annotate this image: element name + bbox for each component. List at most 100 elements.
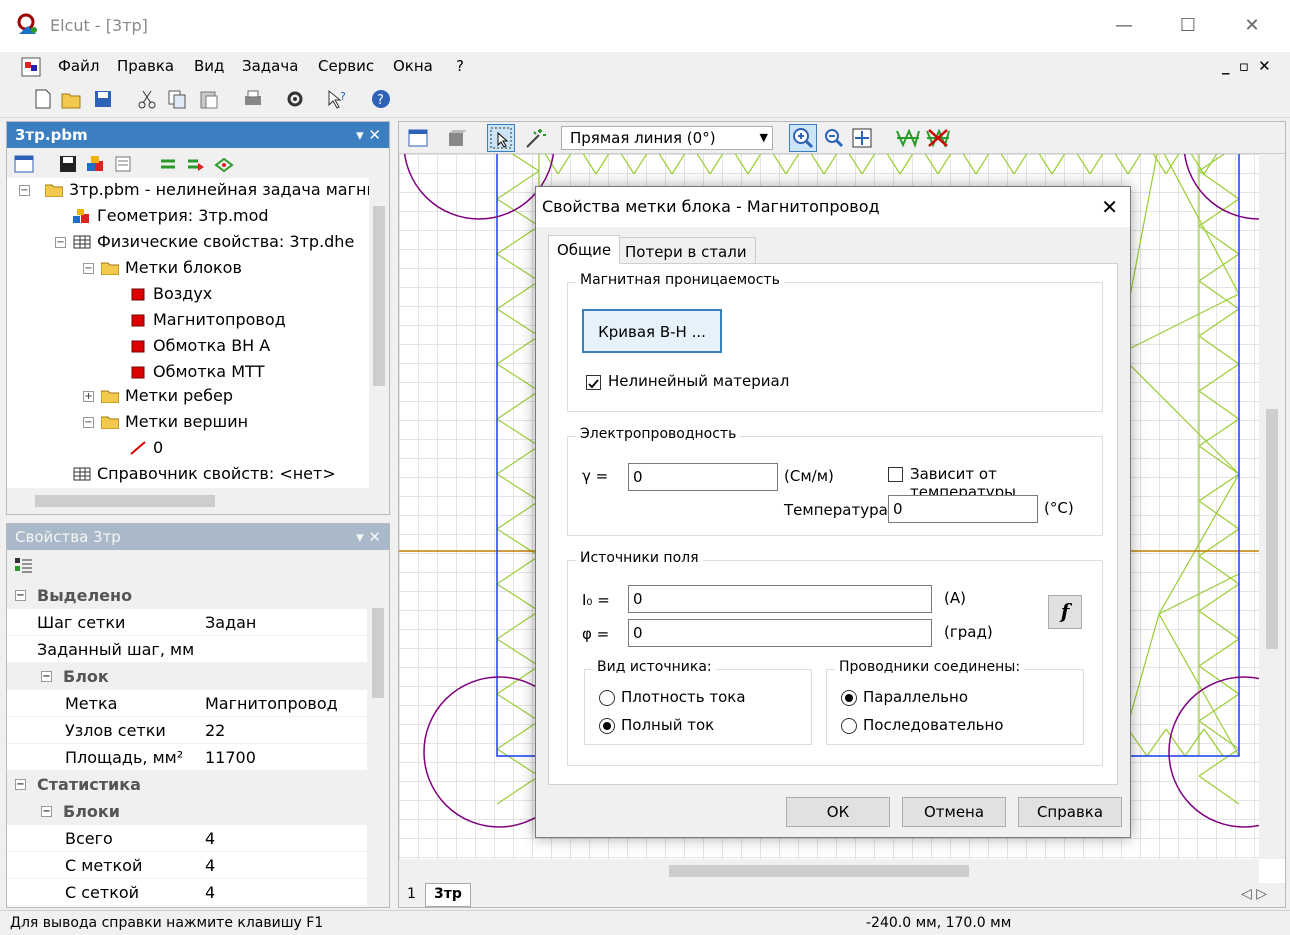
phase-field[interactable]: 0 xyxy=(628,619,932,647)
collapse-icon[interactable]: − xyxy=(83,263,94,274)
zoom-fit-icon[interactable] xyxy=(851,127,873,149)
minimize-button[interactable]: — xyxy=(1094,8,1154,44)
property-category[interactable]: − Блок xyxy=(7,663,367,690)
build-mesh-icon[interactable] xyxy=(895,127,921,149)
properties-icon[interactable] xyxy=(113,153,135,175)
tree-edge-labels[interactable]: Метки ребер xyxy=(101,384,233,408)
context-help-icon[interactable]: ? xyxy=(326,88,348,110)
menu-service[interactable]: Сервис xyxy=(318,57,374,75)
gamma-field[interactable]: 0 xyxy=(628,463,778,491)
menu-task[interactable]: Задача xyxy=(242,57,298,75)
mesh-icon[interactable] xyxy=(213,153,237,175)
zoom-out-icon[interactable] xyxy=(823,127,845,149)
property-row[interactable]: Шаг сетки Задан xyxy=(7,609,367,636)
equals-icon[interactable] xyxy=(157,153,179,175)
collapse-icon[interactable]: − xyxy=(41,806,52,817)
tree-vertex-item[interactable]: 0 xyxy=(129,436,163,460)
collapse-icon[interactable]: − xyxy=(41,671,52,682)
collapse-icon[interactable]: − xyxy=(15,779,26,790)
function-button[interactable]: f xyxy=(1048,595,1082,629)
pane-controls[interactable]: ▾ ✕ xyxy=(356,524,381,550)
tab-steel-losses[interactable]: Потери в стали xyxy=(616,237,756,264)
ok-button[interactable]: ОК xyxy=(786,797,890,827)
tab-nav-icon[interactable]: ◁ ▷ xyxy=(1241,886,1267,902)
tree-block-item[interactable]: Обмотка МТТ xyxy=(129,360,265,384)
geometry-icon[interactable] xyxy=(85,153,107,175)
sheet-tab[interactable]: 3тр xyxy=(425,883,471,907)
property-row[interactable]: Узлов сетки 22 xyxy=(7,717,367,744)
remove-mesh-icon[interactable] xyxy=(925,127,951,149)
property-row[interactable]: Метка Магнитопровод xyxy=(7,690,367,717)
magic-wand-icon[interactable] xyxy=(523,127,547,149)
collapse-icon[interactable]: − xyxy=(55,237,66,248)
current-field[interactable]: 0 xyxy=(628,585,932,613)
mdi-child-controls[interactable]: _ ▫ ✕ xyxy=(1222,57,1273,75)
categorized-icon[interactable] xyxy=(13,556,35,576)
help-icon[interactable]: ? xyxy=(370,88,392,110)
maximize-button[interactable]: ☐ xyxy=(1158,8,1218,44)
save-project-icon[interactable] xyxy=(57,153,79,175)
tree-vertex-labels[interactable]: Метки вершин xyxy=(101,410,248,434)
properties-vertical-scrollbar[interactable] xyxy=(367,582,389,907)
tree-root[interactable]: 3тр.pbm - нелинейная задача магнит xyxy=(45,178,369,202)
collapse-icon[interactable]: − xyxy=(19,185,30,196)
property-row[interactable]: С меткой 4 xyxy=(7,852,367,879)
pane-controls[interactable]: ▾ ✕ xyxy=(356,122,381,148)
property-category[interactable]: − Статистика xyxy=(7,771,367,798)
tree-block-item[interactable]: Обмотка ВН А xyxy=(129,334,270,358)
tree-horizontal-scrollbar[interactable] xyxy=(7,488,389,514)
canvas-vertical-scrollbar[interactable] xyxy=(1259,154,1285,859)
tree-block-item[interactable]: Воздух xyxy=(129,282,212,306)
dialog-close-button[interactable]: ✕ xyxy=(1101,187,1118,227)
tab-general[interactable]: Общие xyxy=(548,235,621,264)
tree-block-labels[interactable]: Метки блоков xyxy=(101,256,242,280)
collapse-icon[interactable]: − xyxy=(83,417,94,428)
property-category[interactable]: − Блоки xyxy=(7,798,367,825)
nonlinear-checkbox[interactable] xyxy=(586,375,601,390)
menu-file[interactable]: Файл xyxy=(58,57,99,75)
menu-windows[interactable]: Окна xyxy=(393,57,433,75)
select-mode-button[interactable] xyxy=(487,124,515,152)
copy-icon[interactable] xyxy=(166,88,188,110)
property-row[interactable]: Заданный шаг, мм xyxy=(7,636,367,663)
menu-help[interactable]: ? xyxy=(456,57,464,75)
tree-block-item[interactable]: Магнитопровод xyxy=(129,308,286,332)
paste-icon[interactable] xyxy=(198,88,220,110)
parallel-radio[interactable] xyxy=(841,690,857,706)
print-icon[interactable] xyxy=(242,88,264,110)
tree-physics[interactable]: Физические свойства: 3тр.dhe xyxy=(73,230,354,254)
property-value: Задан xyxy=(205,613,257,632)
property-row[interactable]: Площадь, мм² 11700 xyxy=(7,744,367,771)
help-button[interactable]: Справка xyxy=(1018,797,1122,827)
bh-curve-button[interactable]: Кривая B-H ... xyxy=(582,309,722,353)
window-icon[interactable] xyxy=(407,127,429,149)
save-icon[interactable] xyxy=(92,88,114,110)
series-radio[interactable] xyxy=(841,718,857,734)
menu-view[interactable]: Вид xyxy=(194,57,224,75)
property-row[interactable]: С сеткой 4 xyxy=(7,879,367,906)
cancel-button[interactable]: Отмена xyxy=(902,797,1006,827)
expand-icon[interactable]: + xyxy=(83,391,94,402)
settings-icon[interactable] xyxy=(284,88,306,110)
new-file-icon[interactable] xyxy=(32,88,54,110)
tree-library[interactable]: Справочник свойств: <нет> xyxy=(73,462,336,486)
collapse-icon[interactable]: − xyxy=(15,590,26,601)
temperature-dependent-checkbox[interactable] xyxy=(888,467,903,482)
window-icon[interactable] xyxy=(13,153,35,175)
open-folder-icon[interactable] xyxy=(60,88,82,110)
menu-edit[interactable]: Правка xyxy=(117,57,174,75)
tree-geometry[interactable]: Геометрия: 3тр.mod xyxy=(73,204,269,228)
results-icon[interactable] xyxy=(185,153,207,175)
3d-view-icon[interactable] xyxy=(445,127,467,149)
cut-icon[interactable] xyxy=(136,88,158,110)
current-density-radio[interactable] xyxy=(599,690,615,706)
total-current-radio[interactable] xyxy=(599,718,615,734)
canvas-horizontal-scrollbar[interactable] xyxy=(399,859,1259,883)
tree-vertical-scrollbar[interactable] xyxy=(369,178,389,488)
property-category[interactable]: − Выделено xyxy=(7,582,367,609)
close-button[interactable]: ✕ xyxy=(1222,8,1282,44)
line-mode-select[interactable]: Прямая линия (0°) ▼ xyxy=(561,126,773,150)
zoom-in-button[interactable] xyxy=(789,124,817,152)
temperature-field[interactable]: 0 xyxy=(888,495,1038,523)
property-row[interactable]: Всего 4 xyxy=(7,825,367,852)
